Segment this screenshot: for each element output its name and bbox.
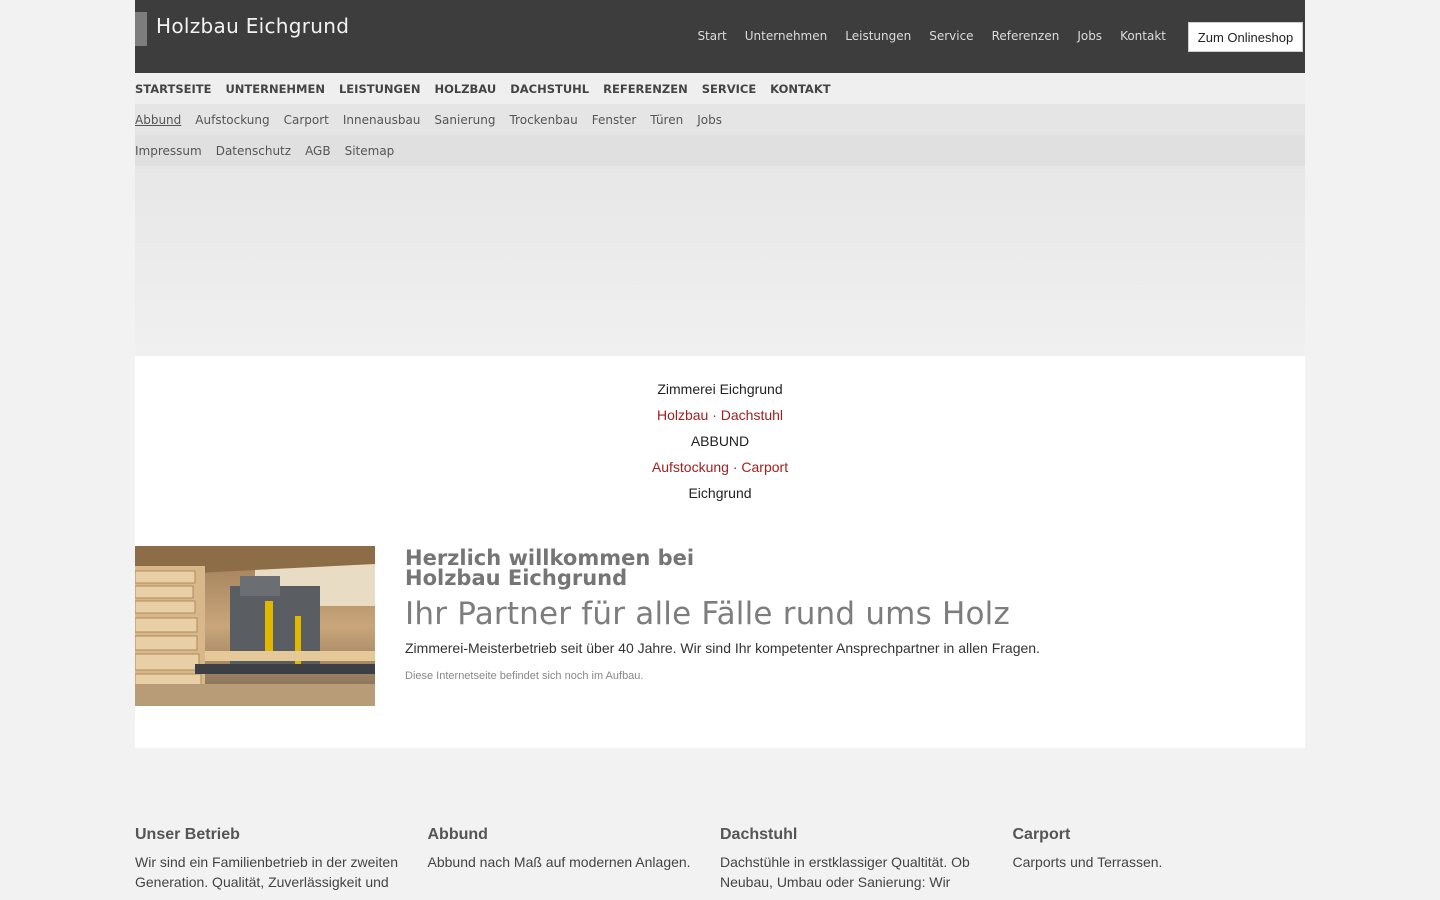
features-row: Unser Betrieb Wir sind ein Familienbetri… <box>135 826 1305 892</box>
sub-nav-fenster[interactable]: Fenster <box>592 113 637 127</box>
main-nav-leistungen[interactable]: LEISTUNGEN <box>339 82 420 96</box>
sub-nav: Abbund Aufstockung Carport Innenausbau S… <box>135 104 1305 135</box>
feature-text: Abbund nach Maß auf modernen Anlagen. <box>427 854 691 870</box>
top-nav-kontakt[interactable]: Kontakt <box>1120 29 1166 43</box>
tagline-line-3: ABBUND <box>690 433 750 449</box>
tagline-line-4: Aufstockung · Carport <box>651 459 789 475</box>
site-logo[interactable]: Holzbau Eichgrund <box>156 14 349 38</box>
tagline-line-2: Holzbau · Dachstuhl <box>656 407 784 423</box>
main-nav-startseite[interactable]: STARTSEITE <box>135 82 211 96</box>
sub-nav-sanierung[interactable]: Sanierung <box>434 113 495 127</box>
legal-nav: Impressum Datenschutz AGB Sitemap <box>135 135 1305 166</box>
hero-banner <box>135 166 1305 356</box>
top-nav-service[interactable]: Service <box>929 29 973 43</box>
main-nav-referenzen[interactable]: REFERENZEN <box>603 82 688 96</box>
tagline-line-1: Zimmerei Eichgrund <box>657 381 783 397</box>
sub-nav-jobs[interactable]: Jobs <box>697 113 722 127</box>
feature-dachstuhl: Dachstuhl Dachstühle in erstklassiger Qu… <box>720 826 1013 892</box>
sub-nav-aufstockung[interactable]: Aufstockung <box>195 113 269 127</box>
legal-nav-impressum[interactable]: Impressum <box>135 144 202 158</box>
top-nav-start[interactable]: Start <box>697 29 726 43</box>
feature-title: Unser Betrieb <box>135 826 240 843</box>
sawmill-photo <box>135 546 375 706</box>
sub-nav-abbund[interactable]: Abbund <box>135 113 181 127</box>
tagline-line-5: Eichgrund <box>688 485 752 501</box>
sub-nav-tueren[interactable]: Türen <box>650 113 683 127</box>
feature-carport: Carport Carports und Terrassen. <box>1013 826 1306 892</box>
feature-abbund: Abbund Abbund nach Maß auf modernen Anla… <box>428 826 721 892</box>
main-nav-service[interactable]: SERVICE <box>702 82 756 96</box>
feature-title: Abbund <box>427 826 488 843</box>
main-nav-holzbau[interactable]: HOLZBAU <box>434 82 496 96</box>
main-nav-unternehmen[interactable]: UNTERNEHMEN <box>225 82 325 96</box>
top-nav-jobs[interactable]: Jobs <box>1077 29 1102 43</box>
partner-headline: Ihr Partner für alle Fälle rund ums Holz <box>405 596 1010 632</box>
tagline-section: Zimmerei Eichgrund Holzbau · Dachstuhl A… <box>135 356 1305 546</box>
sub-nav-trockenbau[interactable]: Trockenbau <box>509 113 577 127</box>
intro-lead: Zimmerei-Meisterbetrieb seit über 40 Jah… <box>405 640 1040 656</box>
feature-text: Wir sind ein Familienbetrieb in der zwei… <box>135 854 398 890</box>
main-nav-dachstuhl[interactable]: DACHSTUHL <box>510 82 589 96</box>
construction-note: Diese Internetseite befindet sich noch i… <box>405 670 644 682</box>
onlineshop-button[interactable]: Zum Onlineshop <box>1188 22 1303 52</box>
main-nav-kontakt[interactable]: KONTAKT <box>770 82 830 96</box>
feature-betrieb: Unser Betrieb Wir sind ein Familienbetri… <box>135 826 428 892</box>
legal-nav-agb[interactable]: AGB <box>305 144 331 158</box>
feature-text: Carports und Terrassen. <box>1012 854 1163 870</box>
main-nav: STARTSEITE UNTERNEHMEN LEISTUNGEN HOLZBA… <box>135 73 1305 104</box>
feature-text: Dachstühle in erstklassiger Qualtität. O… <box>720 854 970 890</box>
welcome-heading: Herzlich willkommen bei Holzbau Eichgrun… <box>405 546 695 590</box>
intro-section: Herzlich willkommen bei Holzbau Eichgrun… <box>135 546 1305 748</box>
sub-nav-carport[interactable]: Carport <box>284 113 329 127</box>
legal-nav-datenschutz[interactable]: Datenschutz <box>216 144 291 158</box>
page: Holzbau Eichgrund Start Unternehmen Leis… <box>135 0 1305 748</box>
site-header: Holzbau Eichgrund Start Unternehmen Leis… <box>135 0 1305 73</box>
tagline: Zimmerei Eichgrund Holzbau · Dachstuhl A… <box>135 356 1305 506</box>
feature-title: Dachstuhl <box>720 826 798 843</box>
top-nav-unternehmen[interactable]: Unternehmen <box>745 29 827 43</box>
feature-title: Carport <box>1012 826 1071 843</box>
logo-mark <box>135 12 147 46</box>
intro-text: Herzlich willkommen bei Holzbau Eichgrun… <box>405 546 1285 683</box>
top-nav-leistungen[interactable]: Leistungen <box>845 29 911 43</box>
sub-nav-innenausbau[interactable]: Innenausbau <box>343 113 421 127</box>
top-nav: Start Unternehmen Leistungen Service Ref… <box>697 29 1166 43</box>
top-nav-referenzen[interactable]: Referenzen <box>992 29 1060 43</box>
legal-nav-sitemap[interactable]: Sitemap <box>345 144 395 158</box>
